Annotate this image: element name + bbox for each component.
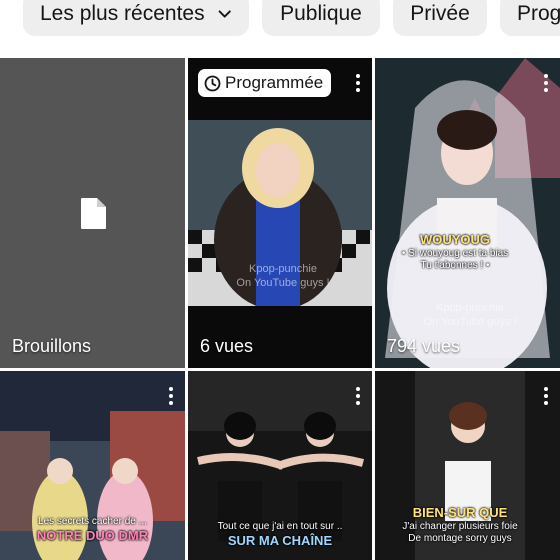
video-tile[interactable]: Tout ce que j'ai en tout sur .. SUR MA C…	[188, 371, 372, 560]
chevron-down-icon	[218, 10, 231, 18]
view-count: 6 vues	[200, 336, 254, 356]
video-tile[interactable]: BIEN-SUR QUE J'ai changer plusieurs foie…	[375, 371, 560, 560]
more-options-icon[interactable]	[354, 387, 362, 409]
overlay-line: J'ai changer plusieurs foie	[402, 520, 518, 532]
filter-scheduled[interactable]: Prog	[500, 0, 560, 36]
overlay-line: De montage sorry guys	[408, 532, 512, 544]
overlay-title: NOTRE DUO DMR	[36, 528, 149, 543]
filter-private-label: Privée	[410, 2, 470, 25]
view-count: 794 vues	[387, 336, 461, 356]
overlay-line: Tout ce que j'ai en tout sur ..	[217, 521, 343, 532]
overlay-caption: WOUYOUG • Si wouyoug est ta bias Tu t'ab…	[375, 232, 535, 272]
video-tile[interactable]: WOUYOUG • Si wouyoug est ta bias Tu t'ab…	[375, 58, 560, 368]
overlay-title: BIEN-SUR QUE	[412, 505, 508, 520]
filter-private[interactable]: Privée	[393, 0, 487, 36]
filter-public-label: Publique	[280, 2, 362, 25]
video-tile[interactable]: Programmée Kpop-punchie On YouTube guys …	[188, 58, 372, 368]
overlay-title: WOUYOUG	[419, 232, 491, 247]
overlay-caption: Tout ce que j'ai en tout sur .. SUR MA C…	[188, 521, 372, 549]
overlay-title: SUR MA CHAÎNE	[227, 533, 333, 548]
scheduled-label: Programmée	[225, 73, 324, 92]
document-icon	[81, 198, 106, 229]
more-options-icon[interactable]	[542, 387, 550, 409]
video-grid: Brouillons Programmée Kpop-punchie On Yo…	[0, 58, 560, 560]
overlay-line: • Si wouyoug est ta bias	[401, 247, 509, 259]
filter-scheduled-label: Prog	[517, 2, 560, 25]
overlay-line: Tu t'abonnes ! •	[420, 259, 490, 271]
scheduled-badge: Programmée	[198, 69, 332, 97]
filter-bar: Les plus récentes Publique Privée Prog	[0, 0, 560, 56]
overlay-caption: Les secrets cacher de ... NOTRE DUO DMR	[0, 516, 185, 544]
more-options-icon[interactable]	[542, 74, 550, 96]
sort-dropdown[interactable]: Les plus récentes	[23, 0, 249, 36]
clock-icon	[204, 75, 221, 91]
sort-label: Les plus récentes	[40, 2, 205, 25]
more-options-icon[interactable]	[354, 74, 362, 96]
drafts-tile[interactable]: Brouillons	[0, 58, 185, 368]
overlay-caption: BIEN-SUR QUE J'ai changer plusieurs foie…	[375, 505, 545, 545]
watermark: Kpop-punchie On YouTube guys !	[423, 302, 517, 328]
overlay-line: Les secrets cacher de ...	[38, 516, 147, 527]
more-options-icon[interactable]	[167, 387, 175, 409]
video-tile[interactable]: Les secrets cacher de ... NOTRE DUO DMR	[0, 371, 185, 560]
drafts-label: Brouillons	[12, 336, 92, 356]
watermark: Kpop-punchie On YouTube guys !	[236, 263, 330, 289]
filter-public[interactable]: Publique	[262, 0, 380, 36]
